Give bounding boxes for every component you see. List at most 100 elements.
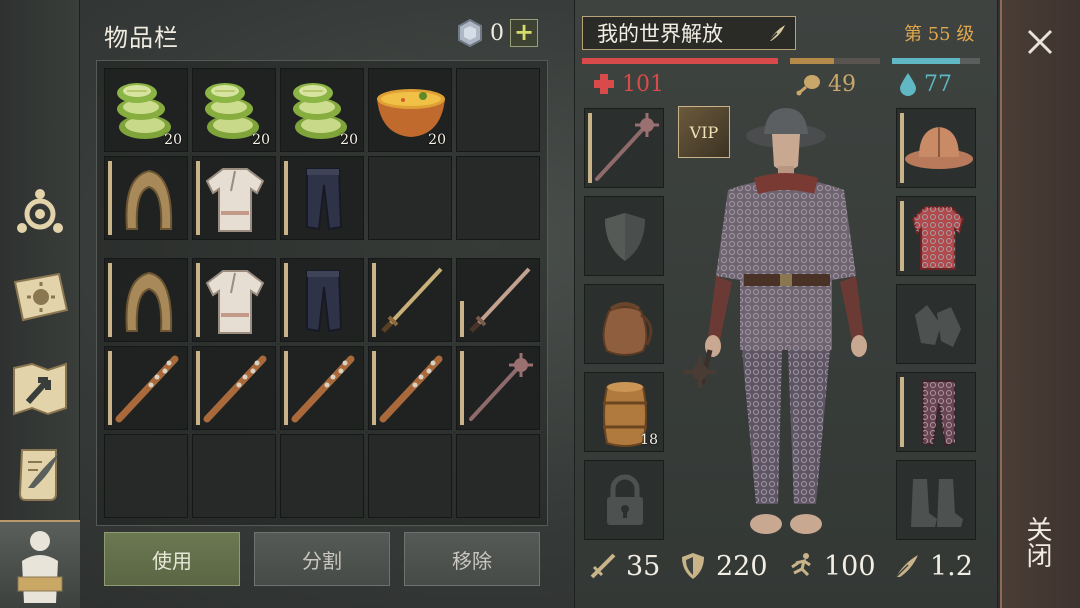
water-drop-icon (900, 73, 916, 96)
weight-value: 1.2 (930, 550, 973, 582)
attack-value: 35 (626, 550, 661, 582)
inventory-slot-empty[interactable] (456, 68, 540, 152)
equip-slot-bag[interactable] (584, 284, 664, 364)
drumstick-icon (796, 75, 820, 96)
inventory-grid-backpack (104, 258, 540, 518)
running-man-icon (791, 553, 811, 577)
inventory-slot[interactable] (104, 346, 188, 430)
armor-value: 220 (716, 550, 768, 582)
use-button[interactable]: 使用 (104, 532, 240, 586)
inventory-slot[interactable] (280, 346, 364, 430)
shield-icon (605, 213, 645, 261)
mace-icon (595, 113, 659, 181)
inventory-slot[interactable]: 20 (280, 68, 364, 152)
equip-slot-weapon[interactable] (584, 108, 664, 188)
inventory-slot-empty[interactable] (456, 156, 540, 240)
inventory-slot[interactable] (456, 258, 540, 342)
remove-button[interactable]: 移除 (404, 532, 540, 586)
equip-slot-locked[interactable] (584, 460, 664, 540)
inventory-title: 物品栏 (104, 24, 179, 52)
sidebar-quests-button[interactable] (6, 440, 74, 508)
health-cross-icon (594, 74, 614, 94)
equip-slot-feet[interactable] (896, 460, 976, 540)
spiked-club-icon (379, 355, 443, 423)
add-coins-button[interactable]: + (510, 19, 538, 47)
food-value: 49 (828, 71, 856, 97)
inventory-slot[interactable] (192, 258, 276, 342)
equip-slot-shield[interactable] (584, 196, 664, 276)
water-value: 77 (924, 71, 952, 97)
sidebar-inventory-button[interactable] (0, 520, 80, 608)
spiked-club-icon (203, 355, 267, 423)
inventory-slot-empty[interactable] (368, 156, 452, 240)
boots-icon (911, 479, 963, 527)
item-quantity: 20 (252, 132, 270, 148)
equip-slot-body[interactable] (896, 196, 976, 276)
equip-slot-quiver[interactable]: 18 (584, 372, 664, 452)
equip-slot-head[interactable] (896, 108, 976, 188)
hood-icon (125, 169, 173, 230)
inventory-slot[interactable]: 20 (368, 68, 452, 152)
mace-icon (469, 353, 533, 421)
inventory-slot-empty[interactable] (104, 434, 188, 518)
character-level: 第 55 级 (904, 24, 975, 45)
close-button[interactable] (1014, 22, 1066, 62)
armor-stat: 220 (678, 546, 768, 586)
coin-count: 0 (490, 20, 504, 46)
health-stat: 101 (592, 68, 664, 100)
lock-icon (607, 474, 643, 525)
equip-slot-hands[interactable] (896, 284, 976, 364)
sidebar-skills-button[interactable] (6, 180, 74, 248)
speed-value: 100 (824, 550, 876, 582)
water-stat: 77 (898, 68, 952, 100)
inventory-slot[interactable] (192, 156, 276, 240)
food-stat: 49 (796, 68, 856, 100)
attack-sword-icon (590, 553, 616, 579)
inventory-slot[interactable] (104, 156, 188, 240)
armor-shield-icon (682, 553, 704, 579)
inventory-slot[interactable] (368, 258, 452, 342)
inventory-slot-empty[interactable] (368, 434, 452, 518)
inventory-slot[interactable] (280, 156, 364, 240)
inventory-slot[interactable] (192, 346, 276, 430)
quill-icon (895, 555, 918, 578)
pants-icon (306, 168, 343, 231)
sidebar-journal-button[interactable] (6, 264, 74, 332)
split-button[interactable]: 分割 (254, 532, 390, 586)
health-value: 101 (622, 71, 664, 97)
weight-stat: 1.2 (892, 546, 973, 586)
inventory-slot[interactable]: 20 (104, 68, 188, 152)
pants-icon (922, 380, 956, 447)
equip-slot-legs[interactable] (896, 372, 976, 452)
inventory-slot-empty[interactable] (192, 434, 276, 518)
sword-icon (381, 267, 443, 333)
inventory-slot[interactable] (456, 346, 540, 430)
item-quantity: 18 (640, 432, 658, 448)
map-arrow-icon (13, 362, 67, 416)
pants-icon (306, 270, 343, 333)
inventory-slot[interactable]: 20 (192, 68, 276, 152)
spiked-club-icon (115, 355, 179, 423)
inventory-slot-empty[interactable] (280, 434, 364, 518)
inventory-slot[interactable] (368, 346, 452, 430)
chainmail-icon (911, 206, 965, 270)
helmet-icon (905, 127, 973, 169)
journal-icon (13, 272, 69, 322)
spiked-club-icon (291, 355, 355, 423)
pouch-icon (602, 302, 653, 356)
character-inventory-icon (17, 531, 63, 603)
inventory-slot[interactable] (104, 258, 188, 342)
food-bar-fill (790, 58, 834, 64)
close-label[interactable]: 关闭 (1022, 516, 1054, 568)
coin-counter: 0 + (456, 18, 538, 48)
close-icon (1027, 29, 1053, 55)
silver-coin-icon (458, 19, 482, 47)
inventory-slot[interactable] (280, 258, 364, 342)
skills-icon (17, 189, 63, 233)
health-bar (582, 58, 778, 64)
sidebar-map-button[interactable] (6, 354, 74, 422)
character-name-field[interactable]: 我的世界解放 (582, 16, 796, 50)
gloves-icon (915, 305, 961, 347)
edit-quill-icon (768, 25, 785, 42)
inventory-slot-empty[interactable] (456, 434, 540, 518)
